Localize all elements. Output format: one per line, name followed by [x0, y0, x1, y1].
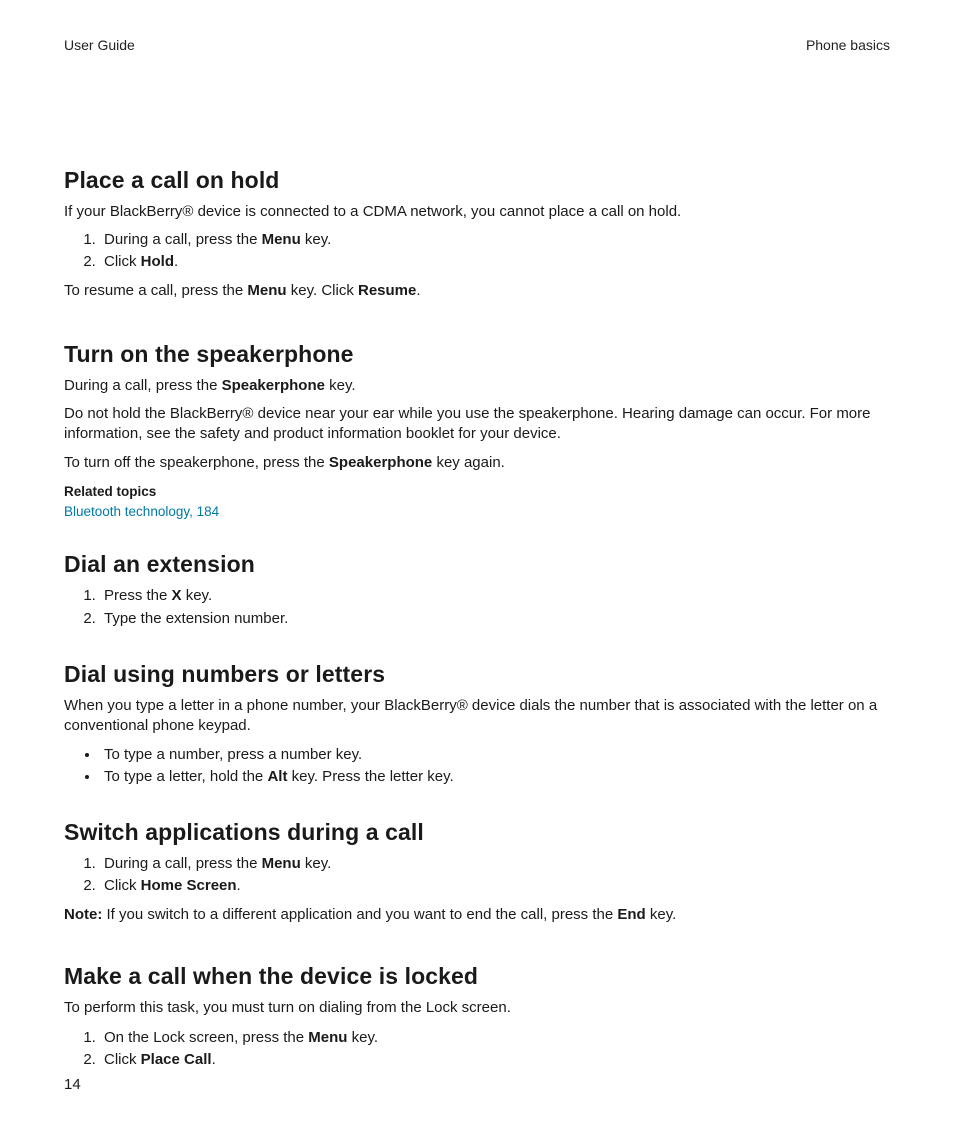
text: Click	[104, 253, 141, 270]
section-heading-hold: Place a call on hold	[64, 165, 890, 196]
text: .	[174, 253, 178, 270]
text: During a call, press the	[104, 231, 262, 248]
bold-text: End	[617, 906, 645, 923]
bold-text: X	[172, 587, 182, 604]
ordered-steps: During a call, press the Menu key. Click…	[64, 854, 890, 897]
text: To turn off the speakerphone, press the	[64, 454, 329, 471]
bold-text: Hold	[141, 253, 174, 270]
step-item: On the Lock screen, press the Menu key.	[100, 1028, 890, 1048]
bullet-item: To type a number, press a number key.	[100, 745, 890, 765]
page-number: 14	[64, 1075, 81, 1095]
bold-text: Place Call	[141, 1051, 212, 1068]
note-text: Note: If you switch to a different appli…	[64, 905, 890, 925]
step-item: Press the X key.	[100, 586, 890, 606]
text: To resume a call, press the	[64, 282, 247, 299]
text: .	[237, 877, 241, 894]
text: key. Click	[287, 282, 358, 299]
text: key.	[347, 1029, 378, 1046]
text: key.	[301, 231, 332, 248]
header-left: User Guide	[64, 36, 135, 55]
text: On the Lock screen, press the	[104, 1029, 308, 1046]
step-item: During a call, press the Menu key.	[100, 230, 890, 250]
ordered-steps: Press the X key. Type the extension numb…	[64, 586, 890, 629]
bold-text: Menu	[262, 231, 301, 248]
section-heading-extension: Dial an extension	[64, 549, 890, 580]
body-text: When you type a letter in a phone number…	[64, 696, 890, 737]
body-text: If your BlackBerry® device is connected …	[64, 202, 890, 222]
header-right: Phone basics	[806, 36, 890, 55]
note-label: Note:	[64, 906, 102, 923]
text: To type a letter, hold the	[104, 768, 267, 785]
document-page: User Guide Phone basics Place a call on …	[0, 0, 954, 1145]
bold-text: Alt	[267, 768, 287, 785]
step-item: Click Place Call.	[100, 1050, 890, 1070]
bullet-list: To type a number, press a number key. To…	[64, 745, 890, 788]
bold-text: Speakerphone	[222, 377, 325, 394]
body-text: During a call, press the Speakerphone ke…	[64, 376, 890, 396]
text: .	[212, 1051, 216, 1068]
ordered-steps: On the Lock screen, press the Menu key. …	[64, 1028, 890, 1071]
bold-text: Menu	[308, 1029, 347, 1046]
body-text: To turn off the speakerphone, press the …	[64, 453, 890, 473]
text: Click	[104, 1051, 141, 1068]
text: key.	[646, 906, 677, 923]
text: key.	[301, 855, 332, 872]
text: Press the	[104, 587, 172, 604]
text: key. Press the letter key.	[287, 768, 453, 785]
text: During a call, press the	[104, 855, 262, 872]
text: .	[416, 282, 420, 299]
bold-text: Resume	[358, 282, 416, 299]
bullet-item: To type a letter, hold the Alt key. Pres…	[100, 767, 890, 787]
section-heading-locked-call: Make a call when the device is locked	[64, 961, 890, 992]
body-text: To perform this task, you must turn on d…	[64, 998, 890, 1018]
section-heading-switch-apps: Switch applications during a call	[64, 817, 890, 848]
bold-text: Speakerphone	[329, 454, 432, 471]
step-item: During a call, press the Menu key.	[100, 854, 890, 874]
text: If you switch to a different application…	[102, 906, 617, 923]
section-heading-speakerphone: Turn on the speakerphone	[64, 339, 890, 370]
bold-text: Menu	[247, 282, 286, 299]
text: During a call, press the	[64, 377, 222, 394]
text: key.	[325, 377, 356, 394]
bold-text: Home Screen	[141, 877, 237, 894]
page-header: User Guide Phone basics	[64, 36, 890, 55]
related-topic-link[interactable]: Bluetooth technology, 184	[64, 503, 890, 521]
body-text: To resume a call, press the Menu key. Cl…	[64, 281, 890, 301]
text: key.	[182, 587, 213, 604]
bold-text: Menu	[262, 855, 301, 872]
related-topics-heading: Related topics	[64, 483, 890, 501]
text: key again.	[432, 454, 505, 471]
step-item: Type the extension number.	[100, 609, 890, 629]
ordered-steps: During a call, press the Menu key. Click…	[64, 230, 890, 273]
step-item: Click Home Screen.	[100, 876, 890, 896]
section-heading-numbers-letters: Dial using numbers or letters	[64, 659, 890, 690]
text: Click	[104, 877, 141, 894]
step-item: Click Hold.	[100, 252, 890, 272]
body-text: Do not hold the BlackBerry® device near …	[64, 404, 890, 445]
